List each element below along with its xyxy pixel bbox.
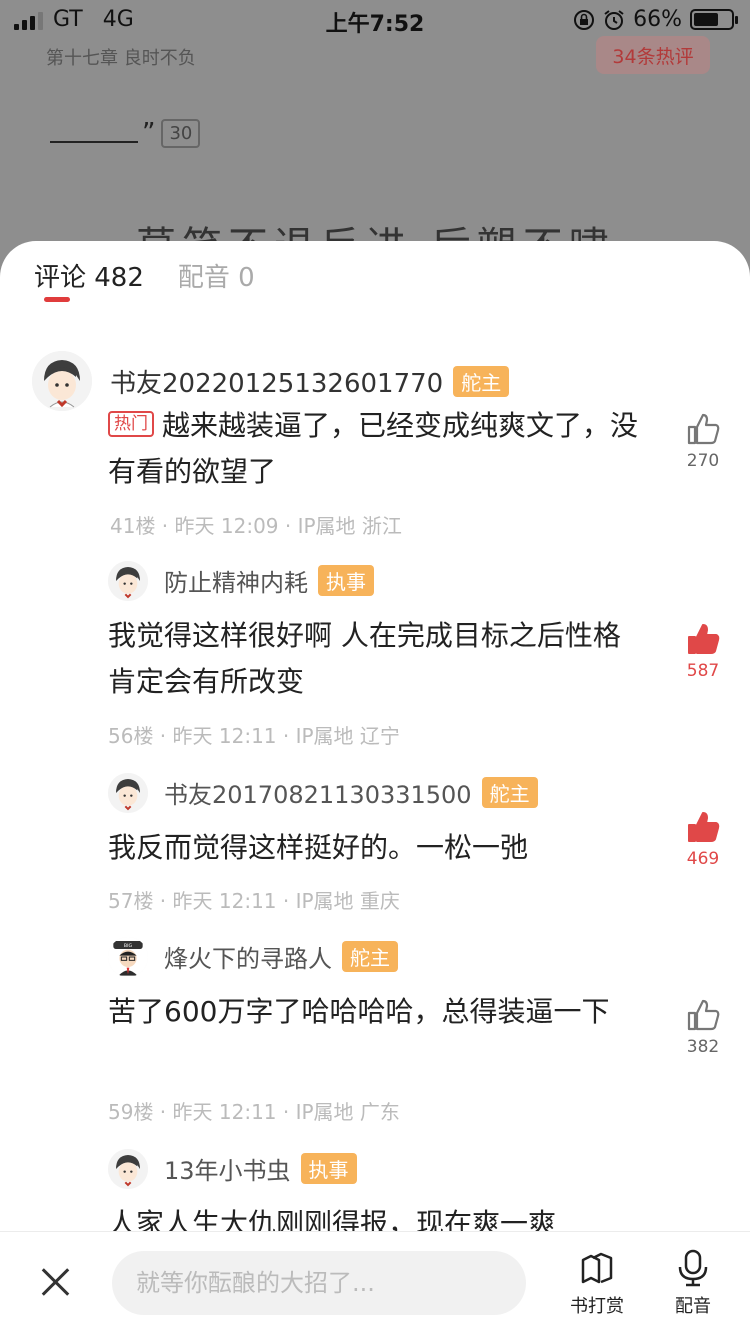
- reward-book-icon: [581, 1252, 613, 1284]
- username[interactable]: 书友20220125132601770: [110, 363, 443, 400]
- like-count: 587: [686, 661, 720, 681]
- svg-text:BIG: BIG: [124, 943, 133, 949]
- battery-icon: [690, 9, 738, 30]
- hot-tag: 热门: [108, 411, 154, 437]
- username[interactable]: 防止精神内耗: [164, 563, 308, 598]
- avatar[interactable]: [108, 561, 148, 601]
- dub-label: 配音: [675, 1296, 711, 1317]
- orientation-lock-icon: [574, 9, 595, 30]
- tab-dubbing[interactable]: 配音 0: [178, 257, 255, 294]
- comment-input-bar: 书打赏 配音: [0, 1231, 750, 1334]
- tab-comments[interactable]: 评论 482: [34, 257, 144, 294]
- comment-header: 书友20220125132601770 舵主: [110, 363, 510, 400]
- microphone-icon: [678, 1249, 708, 1287]
- hot-comments-button[interactable]: 34条热评: [596, 36, 710, 74]
- rank-badge: 执事: [300, 1153, 357, 1184]
- status-right: 66%: [573, 7, 738, 32]
- like-count: 382: [686, 1037, 720, 1057]
- comment-text[interactable]: 我觉得这样很好啊 人在完成目标之后性格肯定会有所改变: [108, 613, 648, 705]
- close-button[interactable]: [36, 1262, 76, 1302]
- like-button[interactable]: 382: [682, 997, 724, 1057]
- comment-content: 越来越装逼了，已经变成纯爽文了，没有看的欲望了: [108, 409, 639, 488]
- username[interactable]: 书友20170821130331500: [164, 775, 472, 810]
- like-button[interactable]: 270: [682, 411, 724, 471]
- comment-header: 13年小书虫 执事: [164, 1151, 357, 1186]
- comment-header: 书友20170821130331500 舵主: [164, 775, 538, 810]
- comment-meta: 59楼 · 昨天 12:11 · IP属地 广东: [108, 1100, 400, 1124]
- like-button[interactable]: 469: [682, 809, 724, 869]
- reward-label: 书打赏: [570, 1296, 624, 1317]
- username[interactable]: 烽火下的寻路人: [164, 939, 332, 974]
- paragraph-comment-count[interactable]: 30: [161, 118, 201, 148]
- comment-input[interactable]: [112, 1251, 526, 1315]
- dub-button[interactable]: 配音: [658, 1248, 728, 1318]
- reward-button[interactable]: 书打赏: [562, 1248, 632, 1318]
- avatar[interactable]: [32, 351, 92, 411]
- rank-badge: 执事: [318, 565, 374, 596]
- battery-fill: [694, 13, 718, 26]
- tab-bar: 评论 482 配音 0: [34, 257, 255, 294]
- thumbs-up-icon: [687, 999, 720, 1031]
- username[interactable]: 13年小书虫: [164, 1151, 291, 1186]
- comment-meta: 57楼 · 昨天 12:11 · IP属地 重庆: [108, 889, 400, 913]
- status-bar: GT 4G 上午7:52 66%: [0, 0, 750, 40]
- thumbs-up-icon: [687, 413, 720, 445]
- avatar[interactable]: BIG: [108, 937, 148, 977]
- comment-text[interactable]: 我反而觉得这样挺好的。一松一弛: [108, 825, 648, 871]
- avatar[interactable]: [108, 1149, 148, 1189]
- comment-meta: 41楼 · 昨天 12:09 · IP属地 浙江: [110, 514, 402, 538]
- reader-text-line: ” 30: [50, 118, 201, 148]
- comment-text[interactable]: 苦了600万字了哈哈哈哈，总得装逼一下: [108, 989, 648, 1035]
- comment-header: 防止精神内耗 执事: [164, 563, 374, 598]
- reader-quote: ”: [142, 118, 156, 148]
- comment-text[interactable]: 热门 越来越装逼了，已经变成纯爽文了，没有看的欲望了: [108, 403, 648, 495]
- rank-badge: 舵主: [342, 941, 398, 972]
- avatar[interactable]: [108, 773, 148, 813]
- rank-badge: 舵主: [481, 777, 538, 808]
- reader-dash: [50, 123, 138, 143]
- battery-percent: 66%: [633, 7, 682, 32]
- thumbs-up-filled-icon: [688, 812, 720, 842]
- comment-header: 烽火下的寻路人 舵主: [164, 939, 398, 974]
- chapter-title: 第十七章 良时不负: [46, 48, 196, 69]
- alarm-icon: [604, 9, 624, 30]
- rank-badge: 舵主: [453, 366, 510, 397]
- like-count: 469: [686, 849, 720, 869]
- comments-sheet: 评论 482 配音 0 书友20220125132601770 舵主 热门 越来越…: [0, 241, 750, 1334]
- thumbs-up-filled-icon: [688, 624, 720, 654]
- comment-meta: 56楼 · 昨天 12:11 · IP属地 辽宁: [108, 724, 400, 748]
- like-button[interactable]: 587: [682, 621, 724, 681]
- active-tab-indicator: [44, 297, 70, 302]
- like-count: 270: [686, 451, 720, 471]
